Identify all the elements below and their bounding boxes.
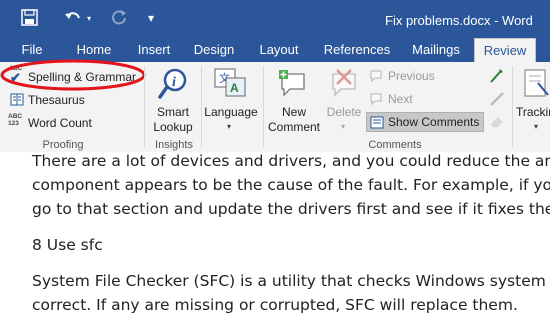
tab-layout[interactable]: Layout: [255, 38, 303, 62]
next-label: Next: [388, 92, 413, 106]
word-count-label: Word Count: [28, 116, 92, 130]
show-comments-label: Show Comments: [388, 115, 480, 129]
smart-lookup-icon: i: [158, 68, 187, 99]
insights-group-label: Insights: [155, 139, 193, 151]
next-comment-icon: [370, 93, 382, 105]
document-line: go to that section and update the driver…: [32, 200, 550, 218]
redo-icon: [112, 10, 126, 25]
undo-dropdown-icon[interactable]: ▾: [87, 14, 91, 23]
new-comment-icon: [279, 70, 305, 97]
document-heading: 8 Use sfc: [32, 236, 103, 254]
red-highlight-ellipse: [0, 59, 146, 91]
show-comments-button[interactable]: Show Comments: [366, 112, 484, 132]
track-changes-icon: [524, 69, 549, 97]
language-icon: 文 A: [214, 68, 246, 97]
document-line: There are a lot of devices and drivers, …: [32, 152, 550, 170]
smart-lookup-label-line1: Smart: [156, 105, 189, 119]
pen-icon: [490, 92, 504, 106]
language-label: Language: [204, 105, 258, 119]
new-comment-button[interactable]: New Comment: [265, 65, 323, 137]
separator: [144, 66, 145, 148]
proofing-group-label: Proofing: [42, 139, 84, 151]
new-comment-label-line2: Comment: [267, 120, 320, 134]
tab-review[interactable]: Review: [474, 38, 536, 62]
save-icon[interactable]: [21, 9, 38, 26]
next-comment-button: Next: [367, 90, 447, 108]
svg-text:i: i: [172, 75, 176, 90]
smart-lookup-label-line2: Lookup: [153, 120, 193, 134]
tab-mailings[interactable]: Mailings: [408, 38, 464, 62]
delete-comment-button: Delete ▾: [323, 65, 365, 137]
delete-comment-icon: [332, 69, 356, 97]
window-title: Fix problems.docx - Word: [385, 13, 533, 28]
tab-references[interactable]: References: [322, 38, 392, 62]
track-changes-button[interactable]: Tracking ▾: [514, 65, 550, 137]
separator: [512, 66, 513, 148]
customize-toolbar-icon[interactable]: ▾: [148, 11, 154, 25]
language-dropdown-icon: ▾: [227, 122, 232, 131]
delete-comment-label: Delete: [326, 105, 362, 119]
tab-design[interactable]: Design: [191, 38, 237, 62]
title-bar: ▾ ▾ Fix problems.docx - Word: [0, 0, 550, 38]
word-count-button[interactable]: ABC 123 Word Count: [8, 113, 108, 133]
previous-comment-button: Previous: [367, 67, 447, 85]
document-line: component appears to be the cause of the…: [32, 176, 550, 194]
eraser-icon: [491, 117, 503, 127]
previous-label: Previous: [388, 69, 435, 83]
show-comments-icon: [370, 116, 384, 129]
document-area[interactable]: There are a lot of devices and drivers, …: [0, 152, 550, 316]
tracking-label: Tracking: [516, 105, 550, 119]
ink-comment-icon[interactable]: [488, 67, 506, 85]
delete-dropdown-icon: ▾: [341, 122, 346, 131]
comments-group-label: Comments: [368, 139, 422, 151]
undo-icon[interactable]: [64, 10, 82, 25]
word-count-icon: ABC 123: [8, 113, 23, 127]
new-comment-label-line1: New: [281, 105, 306, 119]
language-button[interactable]: 文 A Language ▾: [202, 65, 260, 137]
document-line: correct. If any are missing or corrupted…: [32, 296, 518, 314]
smart-lookup-button[interactable]: i Smart Lookup: [148, 65, 198, 137]
tracking-dropdown-icon: ▾: [534, 122, 539, 131]
separator: [263, 66, 264, 148]
ribbon-review: ABC ✔ Spelling & Grammar Thesaurus ABC 1…: [0, 59, 550, 153]
document-line: System File Checker (SFC) is a utility t…: [32, 272, 550, 290]
previous-comment-icon: [370, 70, 382, 82]
svg-text:A: A: [230, 81, 239, 95]
